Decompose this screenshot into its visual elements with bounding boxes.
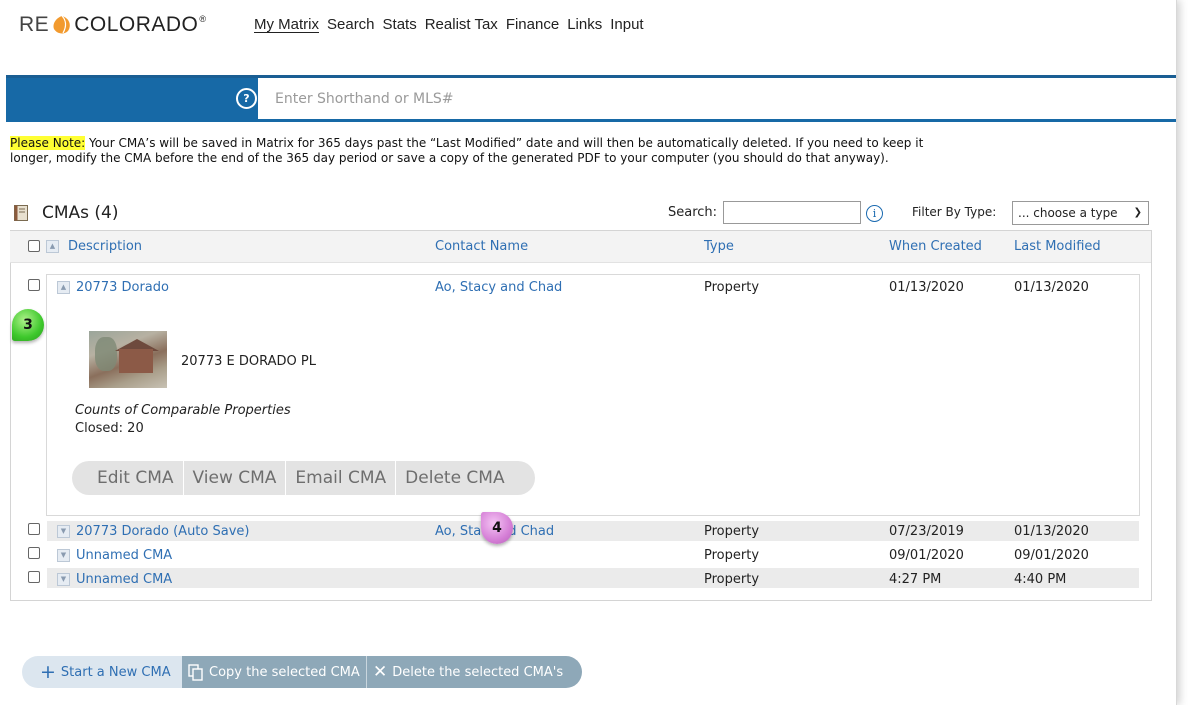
- leaf-icon: [53, 15, 70, 34]
- page: RE COLORADO ® My Matrix Search Stats Rea…: [0, 0, 1177, 705]
- registered-mark: ®: [199, 14, 207, 24]
- collapse-row-icon[interactable]: ▲: [57, 281, 70, 294]
- bottom-actions: + Start a New CMA Copy the selected CMA …: [22, 656, 582, 688]
- expand-row-icon[interactable]: ▼: [57, 525, 70, 538]
- retention-note: Please Note: Your CMA’s will be saved in…: [10, 136, 960, 166]
- main-nav: My Matrix Search Stats Realist Tax Finan…: [254, 16, 652, 33]
- step-3-badge: 3: [12, 309, 44, 341]
- row-description-link[interactable]: 20773 Dorado: [76, 280, 169, 295]
- recolorado-logo[interactable]: RE COLORADO ®: [19, 13, 207, 37]
- filter-type-select[interactable]: ... choose a type ❯: [1012, 201, 1149, 225]
- row-type: Property: [704, 548, 760, 563]
- cma-search-input[interactable]: [723, 201, 861, 224]
- cma-actions: Edit CMA View CMA Email CMA Delete CMA: [72, 461, 535, 495]
- delete-cma-button[interactable]: Delete CMA: [396, 461, 513, 495]
- col-type[interactable]: Type: [704, 239, 734, 254]
- book-icon: [14, 205, 28, 221]
- collapse-all-icon[interactable]: ▲: [46, 240, 59, 253]
- row-modified: 09/01/2020: [1014, 548, 1089, 563]
- table-row: [47, 568, 1139, 588]
- closed-count: Closed: 20: [75, 421, 144, 436]
- row-contact-part: Ao, Sta: [435, 524, 482, 539]
- row-description-link[interactable]: Unnamed CMA: [76, 572, 172, 587]
- nav-search[interactable]: Search: [327, 16, 375, 33]
- expand-row-icon[interactable]: ▼: [57, 549, 70, 562]
- row-checkbox[interactable]: [28, 547, 40, 559]
- row-type: Property: [704, 524, 760, 539]
- nav-finance[interactable]: Finance: [506, 16, 559, 33]
- start-new-cma-button[interactable]: + Start a New CMA: [22, 656, 182, 688]
- chevron-down-icon: ❯: [1133, 207, 1142, 218]
- row-modified: 4:40 PM: [1014, 572, 1067, 587]
- row-description-link[interactable]: 20773 Dorado (Auto Save): [76, 524, 249, 539]
- row-modified: 01/13/2020: [1014, 280, 1089, 295]
- filter-selected-value: ... choose a type: [1018, 206, 1118, 220]
- expand-row-icon[interactable]: ▼: [57, 573, 70, 586]
- row-contact-link[interactable]: Ao, Stacy and Chad: [435, 280, 562, 295]
- row-type: Property: [704, 572, 760, 587]
- row-type: Property: [704, 280, 760, 295]
- nav-input[interactable]: Input: [610, 16, 643, 33]
- plus-icon: +: [40, 661, 56, 683]
- select-all-checkbox[interactable]: [28, 240, 40, 252]
- delete-selected-cmas-button[interactable]: ✕ Delete the selected CMA's: [367, 656, 582, 688]
- view-cma-button[interactable]: View CMA: [184, 461, 287, 495]
- copy-selected-cma-label: Copy the selected CMA: [209, 664, 360, 680]
- note-text: Your CMA’s will be saved in Matrix for 3…: [10, 136, 924, 165]
- property-thumbnail[interactable]: [89, 331, 167, 388]
- close-icon: ✕: [373, 662, 388, 682]
- edit-cma-button[interactable]: Edit CMA: [87, 461, 184, 495]
- row-created: 09/01/2020: [889, 548, 964, 563]
- row-modified: 01/13/2020: [1014, 524, 1089, 539]
- nav-realist-tax[interactable]: Realist Tax: [425, 16, 498, 33]
- start-new-cma-label: Start a New CMA: [60, 664, 171, 680]
- info-icon[interactable]: i: [866, 205, 883, 222]
- help-icon[interactable]: ?: [236, 88, 257, 109]
- logo-text-re: RE: [19, 13, 50, 36]
- nav-links[interactable]: Links: [567, 16, 602, 33]
- cmas-header: CMAs (4): [14, 203, 119, 223]
- step-4-badge: 4: [481, 512, 513, 544]
- nav-my-matrix[interactable]: My Matrix: [254, 16, 319, 33]
- copy-icon: [188, 663, 203, 681]
- note-highlight: Please Note:: [10, 136, 86, 150]
- nav-stats[interactable]: Stats: [383, 16, 417, 33]
- cmas-title: CMAs (4): [42, 203, 119, 223]
- row-contact-part: d Chad: [508, 524, 555, 539]
- email-cma-button[interactable]: Email CMA: [286, 461, 397, 495]
- shorthand-input[interactable]: [258, 78, 1176, 119]
- search-label: Search:: [668, 205, 718, 220]
- row-created: 01/13/2020: [889, 280, 964, 295]
- row-created: 07/23/2019: [889, 524, 964, 539]
- row-checkbox[interactable]: [28, 523, 40, 535]
- col-when-created[interactable]: When Created: [889, 239, 982, 254]
- row-checkbox[interactable]: [28, 571, 40, 583]
- property-address: 20773 E DORADO PL: [181, 354, 316, 369]
- copy-selected-cma-button[interactable]: Copy the selected CMA: [182, 656, 367, 688]
- logo-text-colorado: COLORADO: [74, 13, 199, 36]
- row-checkbox[interactable]: [28, 279, 40, 291]
- counts-label: Counts of Comparable Properties: [75, 403, 291, 418]
- row-description-link[interactable]: Unnamed CMA: [76, 548, 172, 563]
- filter-label: Filter By Type:: [912, 205, 997, 219]
- row-created: 4:27 PM: [889, 572, 942, 587]
- col-contact-name[interactable]: Contact Name: [435, 239, 528, 254]
- col-last-modified[interactable]: Last Modified: [1014, 239, 1101, 254]
- delete-selected-cmas-label: Delete the selected CMA's: [392, 664, 564, 680]
- col-description[interactable]: Description: [68, 239, 142, 254]
